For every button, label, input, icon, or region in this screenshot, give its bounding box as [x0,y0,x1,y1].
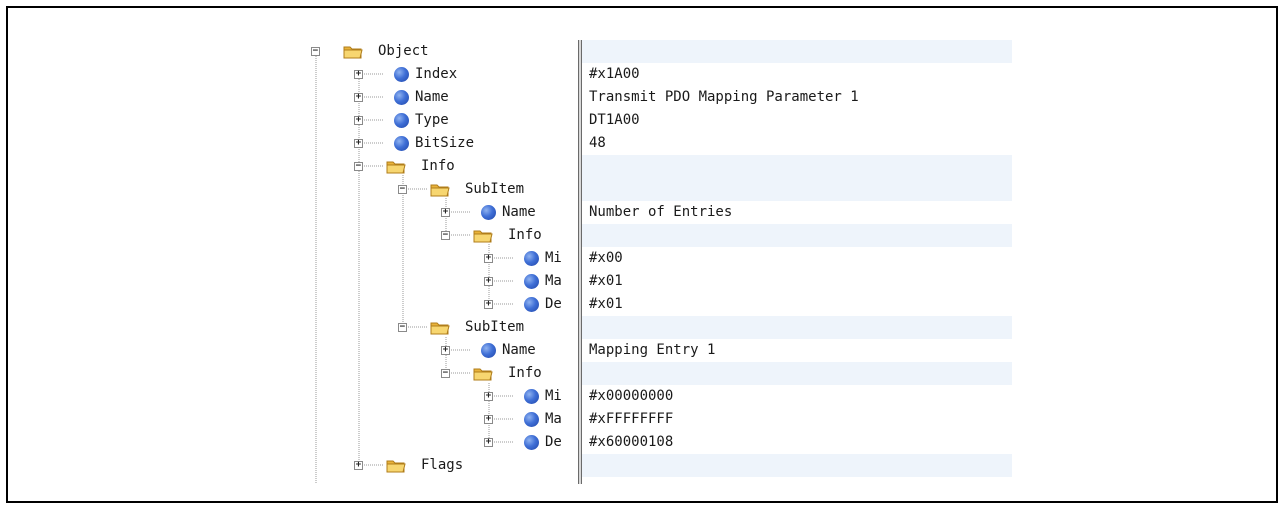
expand-toggle[interactable]: + [484,300,493,309]
expand-toggle[interactable]: + [484,277,493,286]
row-highlight [582,155,1012,178]
collapse-toggle[interactable]: − [354,162,363,171]
tree-node-label-sub2min[interactable]: Mi [545,385,576,408]
expand-toggle[interactable]: + [484,415,493,424]
tree-root-label[interactable]: Object [378,40,429,63]
tree-node-label-index[interactable]: Index [415,63,576,86]
tree-node-label-sub2max[interactable]: Ma [545,408,576,431]
collapse-toggle[interactable]: − [311,47,320,56]
blue-dot-icon [481,205,496,220]
tree-node-value-sub1min: #x00 [589,250,623,266]
expand-toggle[interactable]: + [441,208,450,217]
tree-node-label-sub2[interactable]: SubItem [465,316,576,339]
tree-node-label-info[interactable]: Info [421,155,576,178]
expand-toggle[interactable]: + [354,70,363,79]
tree-node-value-sub1name: Number of Entries [589,204,733,220]
folder-icon [473,368,493,381]
column-splitter[interactable] [578,40,582,484]
blue-dot-icon [524,274,539,289]
tree-node-label-flags[interactable]: Flags [421,454,576,477]
blue-dot-icon [524,251,539,266]
tree-node-label-sub1name[interactable]: Name [502,201,576,224]
tree-node-label-sub1[interactable]: SubItem [465,178,576,201]
expand-toggle[interactable]: + [484,438,493,447]
blue-dot-icon [524,297,539,312]
folder-icon [386,460,406,473]
blue-dot-icon [394,113,409,128]
tree-node-label-sub2name[interactable]: Name [502,339,576,362]
folder-icon [343,46,363,59]
tree-node-value-sub2name: Mapping Entry 1 [589,342,716,358]
blue-dot-icon [524,389,539,404]
tree-node-value-index: #x1A00 [589,66,640,82]
folder-icon [430,184,450,197]
row-highlight [582,316,1012,339]
row-highlight [582,362,1012,385]
expand-toggle[interactable]: + [354,139,363,148]
tree-node-value-sub2def: #x60000108 [589,434,674,450]
tree-node-label-sub2def[interactable]: De [545,431,576,454]
tree-node-label-sub2info[interactable]: Info [508,362,576,385]
tree-node-value-sub2min: #x00000000 [589,388,674,404]
tree-node-value-sub1def: #x01 [589,296,623,312]
expand-toggle[interactable]: + [354,116,363,125]
expand-toggle[interactable]: + [441,346,450,355]
blue-dot-icon [394,90,409,105]
object-tree[interactable]: − Object + Index #x1A00 + Name Transmit PDO M… [0,0,1287,511]
tree-node-value-type: DT1A00 [589,112,640,128]
tree-node-label-sub1max[interactable]: Ma [545,270,576,293]
tree-node-label-sub1min[interactable]: Mi [545,247,576,270]
tree-node-value-name: Transmit PDO Mapping Parameter 1 [589,89,859,105]
blue-dot-icon [524,435,539,450]
collapse-toggle[interactable]: − [441,369,450,378]
expand-toggle[interactable]: + [484,254,493,263]
tree-node-label-sub1def[interactable]: De [545,293,576,316]
folder-icon [430,322,450,335]
tree-node-label-name[interactable]: Name [415,86,576,109]
tree-node-value-sub2max: #xFFFFFFFF [589,411,674,427]
tree-node-label-bitsize[interactable]: BitSize [415,132,576,155]
tree-node-label-type[interactable]: Type [415,109,576,132]
folder-icon [386,161,406,174]
collapse-toggle[interactable]: − [398,323,407,332]
tree-node-label-sub1info[interactable]: Info [508,224,576,247]
expand-toggle[interactable]: + [484,392,493,401]
tree-node-value-sub1max: #x01 [589,273,623,289]
row-highlight [582,224,1012,247]
collapse-toggle[interactable]: − [441,231,450,240]
row-highlight [582,40,1012,63]
blue-dot-icon [481,343,496,358]
collapse-toggle[interactable]: − [398,185,407,194]
row-highlight [582,454,1012,477]
expand-toggle[interactable]: + [354,93,363,102]
blue-dot-icon [524,412,539,427]
blue-dot-icon [394,136,409,151]
expand-toggle[interactable]: + [354,461,363,470]
row-highlight [582,178,1012,201]
blue-dot-icon [394,67,409,82]
folder-icon [473,230,493,243]
tree-node-value-bitsize: 48 [589,135,606,151]
